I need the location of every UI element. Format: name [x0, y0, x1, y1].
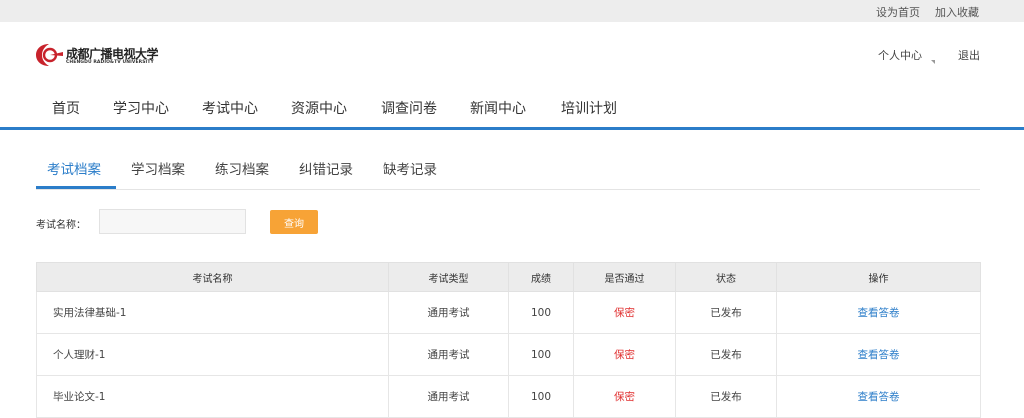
exam-results-table: 考试名称 考试类型 成绩 是否通过 状态 操作 实用法律基础-1 通用考试 10… [36, 262, 981, 418]
column-header-status: 状态 [675, 262, 777, 292]
table-row: 实用法律基础-1 通用考试 100 保密 已发布 查看答卷 [36, 291, 981, 334]
table-row: 个人理财-1 通用考试 100 保密 已发布 查看答卷 [36, 333, 981, 376]
exam-name-input[interactable] [99, 209, 246, 234]
tab-error-correction[interactable]: 纠错记录 [299, 158, 353, 178]
cell-exam-name: 毕业论文-1 [36, 375, 389, 418]
cell-status: 已发布 [675, 291, 777, 334]
university-logo[interactable]: 成都广播电视大学 CHENGDU RADIO&TV UNIVERSITY [34, 42, 164, 70]
archive-tabs: 考试档案 学习档案 练习档案 纠错记录 缺考记录 [36, 146, 980, 190]
caret-down-icon[interactable] [931, 60, 935, 64]
active-tab-indicator [36, 186, 116, 189]
tab-absence-record[interactable]: 缺考记录 [383, 158, 437, 178]
view-answers-link[interactable]: 查看答卷 [858, 307, 900, 319]
nav-item-resource-center[interactable]: 资源中心 [291, 98, 347, 118]
table-header-row: 考试名称 考试类型 成绩 是否通过 状态 操作 [36, 262, 981, 292]
site-header: 成都广播电视大学 CHENGDU RADIO&TV UNIVERSITY 个人中… [0, 22, 1024, 128]
cell-action: 查看答卷 [776, 375, 981, 418]
university-logo-icon [36, 44, 63, 66]
cell-exam-name: 实用法律基础-1 [36, 291, 389, 334]
nav-item-training-plan[interactable]: 培训计划 [561, 98, 617, 118]
cell-score: 100 [508, 291, 574, 334]
passed-value: 保密 [614, 349, 635, 361]
cell-passed: 保密 [573, 375, 676, 418]
header-divider [0, 127, 1024, 130]
set-home-link[interactable]: 设为首页 [876, 4, 920, 20]
tab-practice-archive[interactable]: 练习档案 [215, 158, 269, 178]
column-header-exam-name: 考试名称 [36, 262, 389, 292]
passed-value: 保密 [614, 307, 635, 319]
exam-name-label: 考试名称： [36, 220, 86, 231]
tab-study-archive[interactable]: 学习档案 [131, 158, 185, 178]
user-center-menu[interactable]: 个人中心 [878, 47, 922, 63]
passed-value: 保密 [614, 391, 635, 403]
cell-passed: 保密 [573, 333, 676, 376]
cell-passed: 保密 [573, 291, 676, 334]
view-answers-link[interactable]: 查看答卷 [858, 391, 900, 403]
add-favorite-link[interactable]: 加入收藏 [935, 4, 979, 20]
nav-item-survey[interactable]: 调查问卷 [381, 98, 437, 118]
cell-exam-type: 通用考试 [388, 333, 509, 376]
nav-item-learning-center[interactable]: 学习中心 [113, 98, 169, 118]
cell-exam-type: 通用考试 [388, 375, 509, 418]
nav-item-exam-center[interactable]: 考试中心 [202, 98, 258, 118]
cell-status: 已发布 [675, 333, 777, 376]
cell-action: 查看答卷 [776, 333, 981, 376]
nav-item-news-center[interactable]: 新闻中心 [470, 98, 526, 118]
cell-exam-name: 个人理财-1 [36, 333, 389, 376]
top-utility-bar: 设为首页 加入收藏 [0, 0, 1024, 22]
nav-item-home[interactable]: 首页 [52, 98, 80, 118]
cell-score: 100 [508, 333, 574, 376]
logout-link[interactable]: 退出 [958, 47, 980, 63]
logo-name-en: CHENGDU RADIO&TV UNIVERSITY [66, 60, 154, 65]
column-header-score: 成绩 [508, 262, 574, 292]
main-nav: 首页 学习中心 考试中心 资源中心 调查问卷 新闻中心 培训计划 [0, 98, 1024, 120]
search-button[interactable]: 查询 [270, 210, 318, 234]
cell-action: 查看答卷 [776, 291, 981, 334]
table-row: 毕业论文-1 通用考试 100 保密 已发布 查看答卷 [36, 375, 981, 418]
column-header-passed: 是否通过 [573, 262, 676, 292]
cell-exam-type: 通用考试 [388, 291, 509, 334]
tab-exam-archive[interactable]: 考试档案 [47, 158, 101, 178]
cell-status: 已发布 [675, 375, 777, 418]
column-header-action: 操作 [776, 262, 981, 292]
view-answers-link[interactable]: 查看答卷 [858, 349, 900, 361]
cell-score: 100 [508, 375, 574, 418]
column-header-exam-type: 考试类型 [388, 262, 509, 292]
